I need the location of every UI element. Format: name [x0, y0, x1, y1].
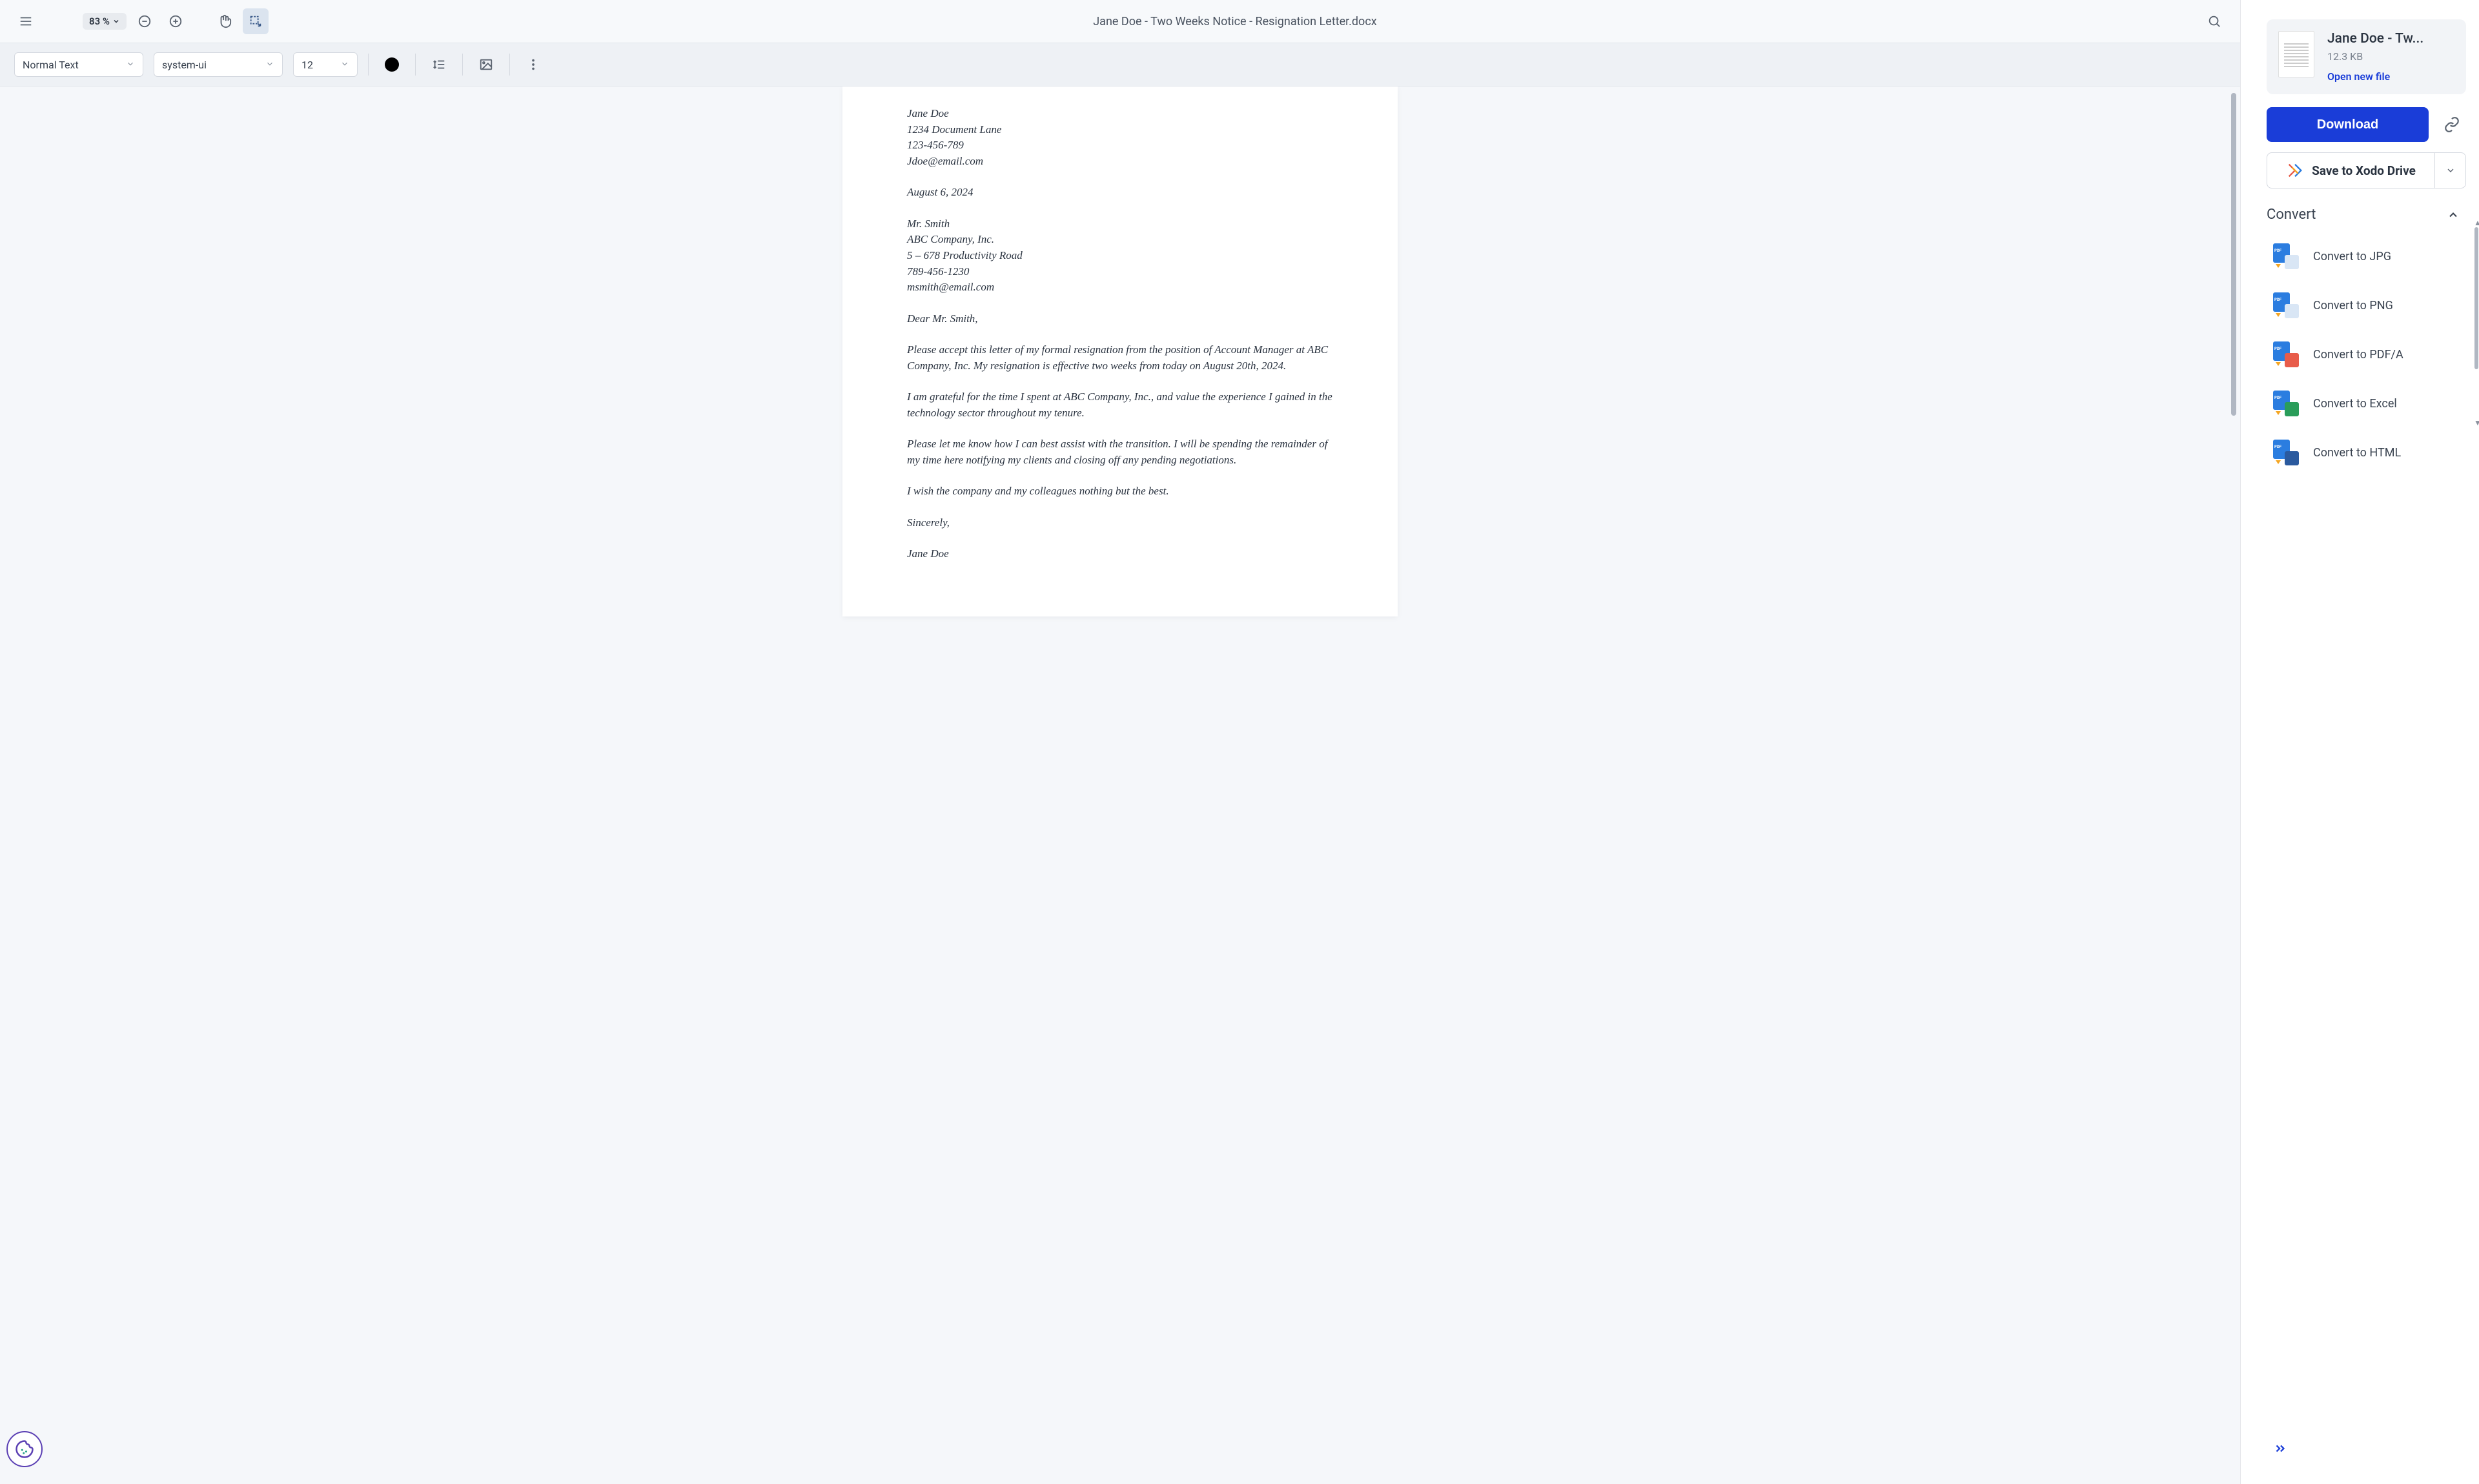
document-canvas[interactable]: Jane Doe 1234 Document Lane 123-456-789 … — [0, 86, 2240, 1484]
toolbar-divider — [368, 54, 369, 76]
closing: Sincerely, — [907, 515, 1333, 531]
recipient-email: msmith@email.com — [907, 280, 1333, 296]
save-dropdown-button[interactable] — [2434, 153, 2465, 188]
format-toolbar: Normal Text system-ui 12 — [0, 43, 2240, 86]
sender-block: Jane Doe 1234 Document Lane 123-456-789 … — [907, 106, 1333, 170]
convert-to-jpg[interactable]: Convert to JPG — [2267, 234, 2466, 278]
line-spacing-button[interactable] — [426, 52, 452, 77]
pdf-to-html-icon — [2273, 440, 2299, 465]
pdf-to-excel-icon — [2273, 391, 2299, 416]
recipient-phone: 789-456-1230 — [907, 264, 1333, 280]
right-sidebar: Jane Doe - Tw... 12.3 KB Open new file D… — [2240, 0, 2479, 1484]
more-actions-button[interactable] — [2267, 1428, 2466, 1471]
zoom-in-button[interactable] — [163, 8, 189, 34]
file-size: 12.3 KB — [2327, 50, 2454, 63]
pdf-to-jpg-icon — [2273, 243, 2299, 269]
recipient-name: Mr. Smith — [907, 216, 1333, 232]
toolbar-divider — [415, 54, 416, 76]
document-title: Jane Doe - Two Weeks Notice - Resignatio… — [274, 15, 2196, 28]
download-button[interactable]: Download — [2267, 107, 2429, 142]
copy-link-button[interactable] — [2438, 110, 2466, 139]
pdf-to-png-icon — [2273, 292, 2299, 318]
recipient-company: ABC Company, Inc. — [907, 232, 1333, 248]
document-page[interactable]: Jane Doe 1234 Document Lane 123-456-789 … — [842, 86, 1398, 616]
convert-to-pdfa[interactable]: Convert to PDF/A — [2267, 332, 2466, 376]
color-swatch-icon — [385, 57, 399, 72]
xodo-logo-icon — [2286, 161, 2304, 179]
convert-to-excel[interactable]: Convert to Excel — [2267, 381, 2466, 425]
pdf-to-pdfa-icon — [2273, 341, 2299, 367]
convert-to-html[interactable]: Convert to HTML — [2267, 431, 2466, 474]
chevron-up-icon — [2447, 208, 2460, 221]
sender-phone: 123-456-789 — [907, 137, 1333, 154]
cookie-consent-button[interactable] — [6, 1431, 43, 1467]
toolbar-divider — [509, 54, 510, 76]
recipient-block: Mr. Smith ABC Company, Inc. 5 – 678 Prod… — [907, 216, 1333, 296]
convert-list: Convert to JPG Convert to PNG Convert to… — [2267, 234, 2466, 474]
save-to-drive-row: Save to Xodo Drive — [2267, 152, 2466, 188]
signature: Jane Doe — [907, 546, 1333, 562]
more-options-button[interactable] — [520, 52, 546, 77]
file-thumbnail-icon — [2278, 31, 2314, 77]
file-info-card: Jane Doe - Tw... 12.3 KB Open new file — [2267, 19, 2466, 94]
zoom-out-button[interactable] — [132, 8, 158, 34]
search-button[interactable] — [2201, 8, 2227, 34]
body-paragraph: Please let me know how I can best assist… — [907, 436, 1333, 468]
top-toolbar: 83 % Jane Doe - Two Weeks Notice - Resig… — [0, 0, 2240, 43]
font-size-select[interactable]: 12 — [293, 52, 358, 77]
sender-name: Jane Doe — [907, 106, 1333, 122]
pan-tool-button[interactable] — [212, 8, 238, 34]
insert-image-button[interactable] — [473, 52, 499, 77]
text-color-button[interactable] — [379, 52, 405, 77]
open-new-file-link[interactable]: Open new file — [2327, 70, 2454, 83]
select-tool-button[interactable] — [243, 8, 269, 34]
body-paragraph: I am grateful for the time I spent at AB… — [907, 389, 1333, 421]
text-style-select[interactable]: Normal Text — [14, 52, 143, 77]
salutation: Dear Mr. Smith, — [907, 311, 1333, 327]
hamburger-menu-button[interactable] — [13, 8, 39, 34]
font-family-select[interactable]: system-ui — [154, 52, 283, 77]
vertical-scrollbar[interactable] — [2231, 93, 2236, 416]
convert-section-header[interactable]: Convert — [2267, 207, 2466, 223]
save-to-drive-button[interactable]: Save to Xodo Drive — [2267, 153, 2434, 188]
letter-date: August 6, 2024 — [907, 185, 1333, 201]
body-paragraph: I wish the company and my colleagues not… — [907, 483, 1333, 500]
convert-to-png[interactable]: Convert to PNG — [2267, 283, 2466, 327]
recipient-address: 5 – 678 Productivity Road — [907, 248, 1333, 264]
file-name: Jane Doe - Tw... — [2327, 31, 2454, 46]
zoom-value: 83 % — [89, 15, 120, 27]
body-paragraph: Please accept this letter of my formal r… — [907, 342, 1333, 374]
toolbar-divider — [462, 54, 463, 76]
zoom-control[interactable]: 83 % — [83, 13, 127, 30]
sender-address: 1234 Document Lane — [907, 122, 1333, 138]
sender-email: Jdoe@email.com — [907, 154, 1333, 170]
cookie-icon — [15, 1439, 34, 1459]
